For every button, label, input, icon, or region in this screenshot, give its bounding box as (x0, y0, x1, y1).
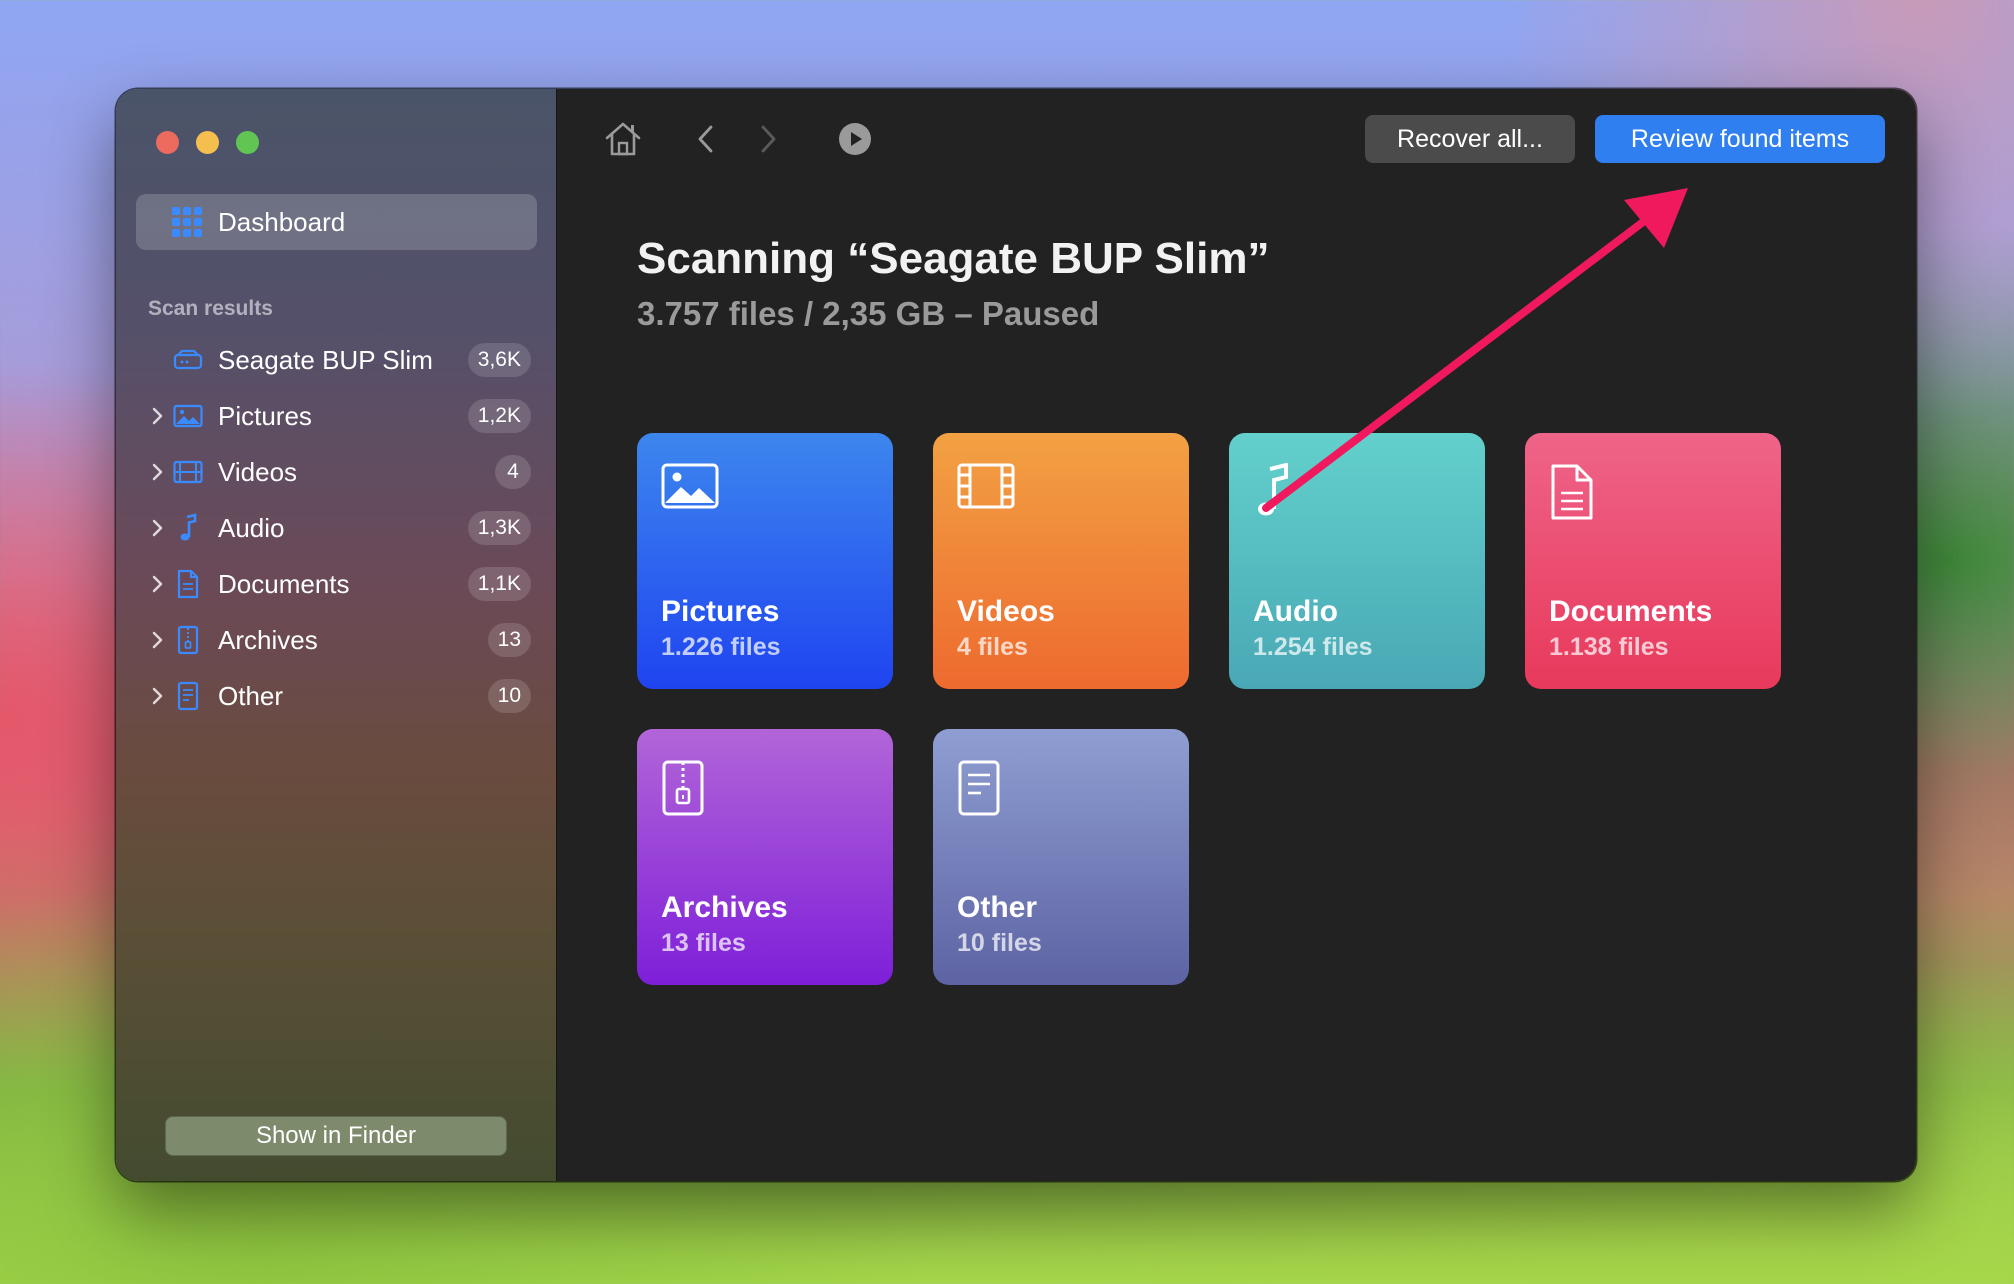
card-title: Other (957, 891, 1038, 924)
window-controls (156, 131, 259, 154)
archive-icon (661, 759, 721, 819)
forward-icon[interactable] (753, 119, 783, 159)
card-title: Audio (1253, 595, 1338, 628)
count-badge: 13 (487, 623, 531, 657)
app-window: Dashboard Scan results Seagate BUP Slim … (116, 89, 1916, 1181)
back-icon[interactable] (691, 119, 721, 159)
play-icon[interactable] (837, 119, 873, 159)
sidebar-item-seagate-bup-slim[interactable]: Seagate BUP Slim 3,6K (136, 335, 541, 385)
document-icon (1549, 463, 1609, 523)
show-in-finder-button[interactable]: Show in Finder (165, 1116, 507, 1156)
chevron-right-icon[interactable] (146, 631, 168, 649)
chevron-right-icon[interactable] (146, 407, 168, 425)
card-count: 10 files (957, 929, 1042, 957)
card-title: Documents (1549, 595, 1713, 628)
sidebar-item-documents[interactable]: Documents 1,1K (136, 559, 541, 609)
film-icon (172, 457, 204, 487)
sidebar-item-pictures[interactable]: Pictures 1,2K (136, 391, 541, 441)
file-icon (957, 759, 1017, 819)
close-window-button[interactable] (156, 131, 179, 154)
page-title: Scanning “Seagate BUP Slim” (637, 234, 1270, 283)
sidebar: Dashboard Scan results Seagate BUP Slim … (116, 89, 557, 1181)
drive-icon (172, 345, 204, 375)
home-icon[interactable] (601, 119, 645, 159)
minimize-window-button[interactable] (196, 131, 219, 154)
count-badge: 1,2K (467, 399, 531, 433)
chevron-right-icon[interactable] (146, 463, 168, 481)
sidebar-item-label: Other (218, 680, 284, 711)
count-badge: 1,1K (467, 567, 531, 601)
recover-all-button[interactable]: Recover all... (1365, 115, 1575, 163)
sidebar-item-archives[interactable]: Archives 13 (136, 615, 541, 665)
sidebar-item-label: Archives (218, 624, 318, 655)
card-title: Pictures (661, 595, 780, 628)
count-badge: 10 (487, 679, 531, 713)
archive-icon (172, 625, 204, 655)
music-note-icon (172, 513, 204, 543)
sidebar-item-label: Seagate BUP Slim (218, 344, 433, 375)
card-count: 4 files (957, 633, 1028, 661)
film-icon (957, 463, 1017, 523)
main-content: Recover all... Review found items Scanni… (557, 89, 1916, 1181)
category-card-archives[interactable]: Archives 13 files (637, 729, 893, 985)
category-card-audio[interactable]: Audio 1.254 files (1229, 433, 1485, 689)
music-note-icon (1253, 462, 1313, 523)
count-badge: 1,3K (467, 511, 531, 545)
sidebar-item-label: Videos (218, 456, 298, 487)
sidebar-item-other[interactable]: Other 10 (136, 671, 541, 721)
card-count: 1.138 files (1549, 633, 1669, 661)
picture-icon (172, 401, 204, 431)
document-icon (172, 569, 204, 599)
count-badge: 4 (495, 455, 531, 489)
category-card-videos[interactable]: Videos 4 files (933, 433, 1189, 689)
count-badge: 3,6K (467, 343, 531, 377)
file-icon (172, 681, 204, 711)
sidebar-item-dashboard[interactable]: Dashboard (136, 194, 537, 250)
chevron-right-icon[interactable] (146, 519, 168, 537)
sidebar-item-videos[interactable]: Videos 4 (136, 447, 541, 497)
card-title: Archives (661, 891, 788, 924)
review-found-items-button[interactable]: Review found items (1595, 115, 1885, 163)
grid-icon (172, 207, 202, 237)
sidebar-item-label: Documents (218, 568, 350, 599)
chevron-right-icon[interactable] (146, 575, 168, 593)
card-count: 13 files (661, 929, 746, 957)
sidebar-item-label: Audio (218, 512, 285, 543)
section-label-scan-results: Scan results (148, 297, 273, 320)
category-card-documents[interactable]: Documents 1.138 files (1525, 433, 1781, 689)
card-count: 1.226 files (661, 633, 781, 661)
category-card-pictures[interactable]: Pictures 1.226 files (637, 433, 893, 689)
category-card-other[interactable]: Other 10 files (933, 729, 1189, 985)
picture-icon (661, 463, 721, 523)
chevron-right-icon[interactable] (146, 687, 168, 705)
scan-status: 3.757 files / 2,35 GB – Paused (637, 295, 1100, 332)
sidebar-item-label: Pictures (218, 400, 312, 431)
card-title: Videos (957, 595, 1055, 628)
card-count: 1.254 files (1253, 633, 1373, 661)
sidebar-item-label: Dashboard (218, 206, 346, 237)
sidebar-item-audio[interactable]: Audio 1,3K (136, 503, 541, 553)
zoom-window-button[interactable] (236, 131, 259, 154)
